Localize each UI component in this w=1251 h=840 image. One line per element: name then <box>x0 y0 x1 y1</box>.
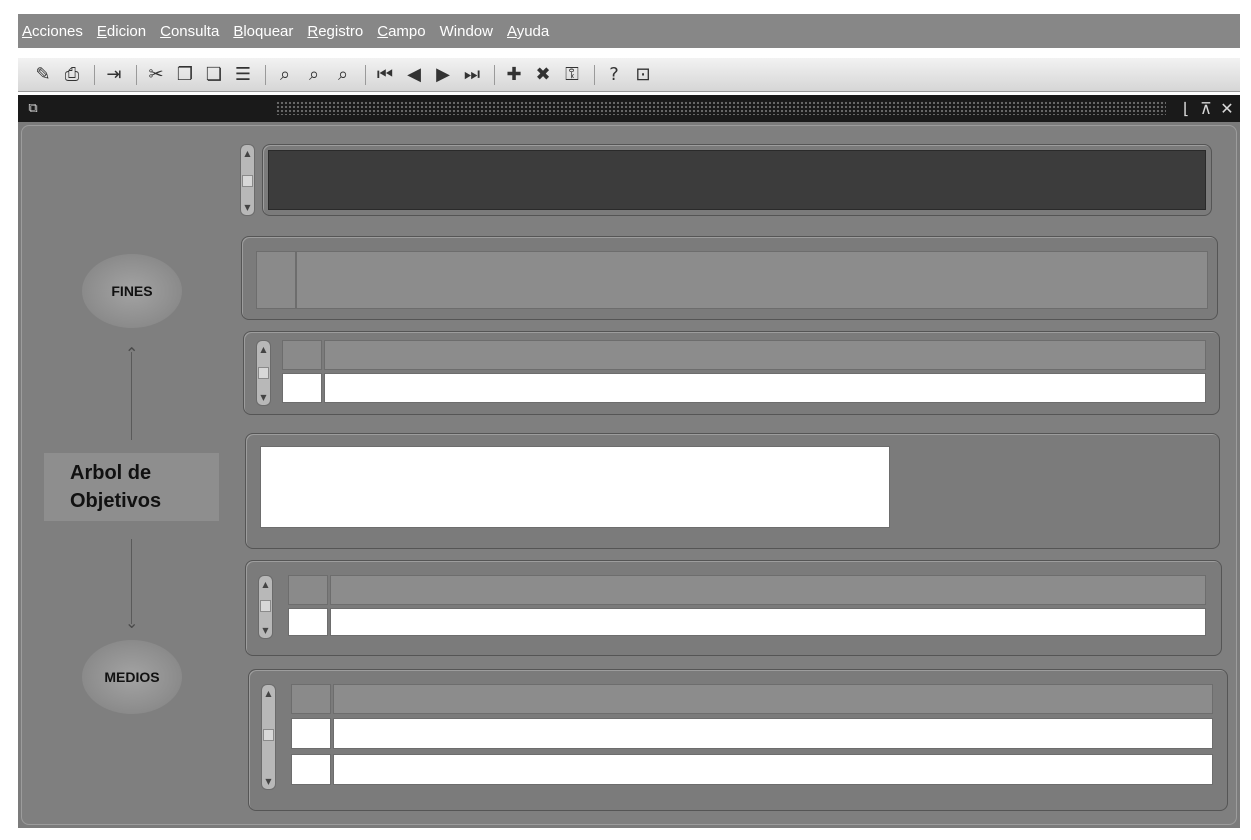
medios-label: MEDIOS <box>104 669 160 685</box>
arrow-line-down <box>131 539 132 624</box>
scroll-down-icon[interactable]: ▼ <box>262 774 275 788</box>
oracle-forms-app: Acciones Edicion Consulta Bloquear Regis… <box>0 0 1251 840</box>
toolbar-separator <box>494 64 495 85</box>
block5-scrollbar[interactable]: ▲ ▼ <box>258 575 273 639</box>
help-icon[interactable]: ? <box>601 63 627 87</box>
toolbar-separator <box>265 64 266 85</box>
window-title-bar: ⧉ ⌊ ⊼ ✕ <box>18 95 1240 122</box>
arbol-label-line1: Arbol de <box>70 462 152 484</box>
scroll-down-icon[interactable]: ▼ <box>241 200 254 214</box>
menu-bar: Acciones Edicion Consulta Bloquear Regis… <box>18 14 1240 48</box>
print-icon[interactable]: ⎙ <box>59 63 85 87</box>
scroll-up-icon[interactable]: ▲ <box>241 146 254 160</box>
menu-bloquear[interactable]: Bloquear <box>233 23 293 40</box>
block6-header-indicator <box>291 684 331 714</box>
scroll-up-icon[interactable]: ▲ <box>262 686 275 700</box>
toolbar-separator <box>136 64 137 85</box>
block2-panel <box>241 236 1218 320</box>
edit-icon[interactable]: ☰ <box>230 63 256 87</box>
block5-panel: ▲ ▼ <box>245 560 1222 656</box>
block6-row1-field[interactable] <box>333 718 1213 749</box>
scroll-up-icon[interactable]: ▲ <box>259 577 272 591</box>
block5-header-indicator <box>288 575 328 605</box>
exit-icon[interactable]: ⇥ <box>101 63 127 87</box>
block1-panel <box>262 144 1212 216</box>
block3-header-indicator <box>282 340 322 370</box>
block5-header <box>330 575 1206 605</box>
block6-header <box>333 684 1213 714</box>
zoom-icon[interactable]: ⊡ <box>630 63 656 87</box>
toolbar-separator <box>365 64 366 85</box>
arbol-label-line2: Objetivos <box>70 490 162 512</box>
maximize-icon[interactable]: ⊼ <box>1196 98 1216 118</box>
toolbar: ✎ ⎙ ⇥ ✂ ❐ ❏ ☰ ⌕ ⌕ ⌕ ⏮ ◀ ▶ ⏭ ✚ ✖ ⚿ ? ⊡ <box>18 58 1240 92</box>
block3-panel: ▲ ▼ <box>243 331 1220 415</box>
block5-row-field[interactable] <box>330 608 1206 636</box>
form-canvas: FINES ⌃ Arbol de Objetivos ⌄ MEDIOS ▲ ▼ <box>18 122 1240 828</box>
block3-row-indicator[interactable] <box>282 373 322 403</box>
block2-field[interactable] <box>296 251 1208 309</box>
block3-row-field[interactable] <box>324 373 1206 403</box>
scroll-thumb[interactable] <box>260 600 271 612</box>
block6-scrollbar[interactable]: ▲ ▼ <box>261 684 276 790</box>
toolbar-separator <box>594 64 595 85</box>
menu-consulta[interactable]: Consulta <box>160 23 219 40</box>
previous-record-icon[interactable]: ◀ <box>401 63 427 87</box>
menu-window[interactable]: Window <box>440 23 493 40</box>
scroll-down-icon[interactable]: ▼ <box>259 623 272 637</box>
block6-row2-field[interactable] <box>333 754 1213 785</box>
new-record-icon[interactable]: ✚ <box>501 63 527 87</box>
block4-text-field[interactable] <box>260 446 890 528</box>
scroll-down-icon[interactable]: ▼ <box>257 390 270 404</box>
fines-label: FINES <box>111 283 153 299</box>
cancel-query-icon[interactable]: ⌕ <box>330 63 356 87</box>
block3-header <box>324 340 1206 370</box>
execute-query-icon[interactable]: ⌕ <box>301 63 327 87</box>
toolbar-separator <box>94 64 95 85</box>
block2-indicator-cell[interactable] <box>256 251 296 309</box>
first-record-icon[interactable]: ⏮ <box>372 63 398 87</box>
menu-campo[interactable]: Campo <box>377 23 425 40</box>
menu-registro[interactable]: Registro <box>307 23 363 40</box>
block1-scrollbar[interactable]: ▲ ▼ <box>240 144 255 216</box>
block1-field[interactable] <box>268 150 1206 210</box>
menu-acciones[interactable]: Acciones <box>22 23 83 40</box>
scroll-thumb[interactable] <box>258 367 269 379</box>
title-bar-pattern <box>276 101 1166 115</box>
copy-icon[interactable]: ❐ <box>172 63 198 87</box>
arrow-line-up <box>131 352 132 440</box>
menu-edicion[interactable]: Edicion <box>97 23 146 40</box>
scroll-up-icon[interactable]: ▲ <box>257 342 270 356</box>
next-record-icon[interactable]: ▶ <box>430 63 456 87</box>
paste-icon[interactable]: ❏ <box>201 63 227 87</box>
enter-query-icon[interactable]: ⌕ <box>272 63 298 87</box>
form-inner-frame: FINES ⌃ Arbol de Objetivos ⌄ MEDIOS ▲ ▼ <box>21 125 1237 825</box>
window-icon[interactable]: ⧉ <box>22 99 44 119</box>
delete-record-icon[interactable]: ✖ <box>530 63 556 87</box>
block6-panel: ▲ ▼ <box>248 669 1228 811</box>
scroll-thumb[interactable] <box>242 175 253 187</box>
fines-ellipse: FINES <box>82 254 182 328</box>
lock-record-icon[interactable]: ⚿ <box>559 63 585 87</box>
cut-icon[interactable]: ✂ <box>143 63 169 87</box>
block6-row1-indicator[interactable] <box>291 718 331 749</box>
last-record-icon[interactable]: ⏭ <box>459 63 485 87</box>
arrow-down-icon: ⌄ <box>125 613 139 632</box>
close-icon[interactable]: ✕ <box>1217 98 1237 118</box>
block4-panel <box>245 433 1220 549</box>
menu-ayuda[interactable]: Ayuda <box>507 23 549 40</box>
medios-ellipse: MEDIOS <box>82 640 182 714</box>
arbol-objetivos-box: Arbol de Objetivos <box>44 453 219 521</box>
scroll-thumb[interactable] <box>263 729 274 741</box>
minimize-icon[interactable]: ⌊ <box>1176 98 1196 118</box>
save-icon[interactable]: ✎ <box>30 63 56 87</box>
block3-scrollbar[interactable]: ▲ ▼ <box>256 340 271 406</box>
block5-row-indicator[interactable] <box>288 608 328 636</box>
block6-row2-indicator[interactable] <box>291 754 331 785</box>
